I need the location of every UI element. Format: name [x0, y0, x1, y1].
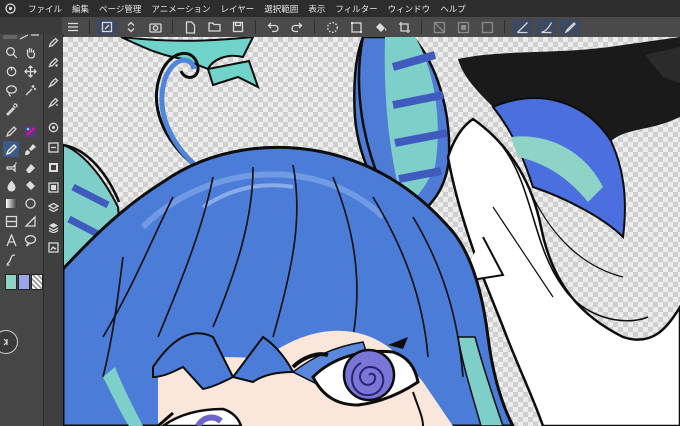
clear-selection-icon[interactable] [429, 19, 449, 35]
figure-icon[interactable] [22, 195, 38, 211]
menu-selection[interactable]: 選択範囲 [259, 3, 303, 15]
drawing-canvas[interactable] [63, 37, 680, 426]
lasso-icon[interactable] [3, 82, 19, 98]
brush-select-icon[interactable] [97, 19, 117, 35]
decoration-icon[interactable] [22, 123, 38, 139]
hand-icon[interactable] [22, 44, 38, 60]
brush-icon[interactable] [22, 141, 38, 157]
layer-property-icon[interactable] [47, 201, 60, 214]
separator [172, 20, 173, 34]
sub-tool-column [43, 34, 64, 426]
ruler-snap-icon[interactable] [512, 19, 532, 35]
new-file-icon[interactable] [180, 19, 200, 35]
open-icon[interactable] [204, 19, 224, 35]
intermediate-color-icon[interactable] [47, 181, 60, 194]
pen-snap-icon[interactable] [560, 19, 580, 35]
ruler-icon[interactable] [22, 213, 38, 229]
frame-icon[interactable] [3, 213, 19, 229]
menu-animation[interactable]: アニメーション [146, 3, 215, 15]
menu-edit[interactable]: 編集 [67, 3, 94, 15]
navigator-icon[interactable] [47, 241, 60, 254]
color-set-icon[interactable] [47, 161, 60, 174]
color-wheel-icon[interactable] [47, 121, 60, 134]
transform-icon[interactable] [346, 19, 366, 35]
eraser-icon[interactable] [22, 159, 38, 175]
invert-selection-icon[interactable] [453, 19, 473, 35]
separator [504, 20, 505, 34]
separator [255, 20, 256, 34]
airbrush-icon[interactable] [3, 159, 19, 175]
layers-icon[interactable] [47, 221, 60, 234]
undo-icon[interactable] [263, 19, 283, 35]
gradient-icon[interactable] [3, 195, 19, 211]
blend-icon[interactable] [3, 177, 19, 193]
menu-icon[interactable] [62, 18, 84, 36]
loading-icon[interactable] [322, 19, 342, 35]
menu-filter[interactable]: フィルター [330, 3, 382, 15]
pen-sub-icon[interactable] [47, 36, 60, 49]
menu-view[interactable]: 表示 [303, 3, 330, 15]
separator [89, 20, 90, 34]
magic-wand-icon[interactable] [22, 82, 38, 98]
eyedropper-icon[interactable] [3, 101, 19, 117]
marker-sub-icon[interactable] [47, 56, 60, 69]
menu-window[interactable]: ウィンドウ [383, 3, 436, 15]
pencil-tool-icon[interactable] [3, 141, 19, 157]
menu-page-management[interactable]: ページ管理 [94, 3, 146, 15]
artwork-illustration [63, 37, 680, 426]
menu-bar: ファイル 編集 ページ管理 アニメーション レイヤー 選択範囲 表示 フィルター… [0, 0, 680, 17]
chevron-updown-icon[interactable] [121, 19, 141, 35]
save-icon[interactable] [228, 19, 248, 35]
redo-icon[interactable] [287, 19, 307, 35]
layer-sub-icon[interactable] [47, 76, 60, 89]
balloon-icon[interactable] [22, 232, 38, 248]
edge-toggle-button[interactable] [0, 330, 18, 354]
rotate-icon[interactable] [3, 63, 19, 79]
separator [314, 20, 315, 34]
fill-icon[interactable] [370, 19, 390, 35]
menu-layer[interactable]: レイヤー [216, 3, 260, 15]
move-icon[interactable] [22, 63, 38, 79]
fill-tool-icon[interactable] [22, 177, 38, 193]
selection-square-icon[interactable] [477, 19, 497, 35]
camera-icon[interactable] [145, 19, 165, 35]
tool-panel [0, 34, 43, 426]
separator [421, 20, 422, 34]
color-slider-icon[interactable] [47, 141, 60, 154]
text-icon[interactable] [3, 232, 19, 248]
clip-studio-logo-icon[interactable] [4, 2, 17, 15]
command-bar [62, 17, 680, 38]
crop-icon[interactable] [394, 19, 414, 35]
tool-panel-header [0, 34, 46, 40]
pen-tool-icon[interactable] [3, 123, 19, 139]
sub-tool-icon-4[interactable] [47, 96, 60, 109]
brush-curve-icon[interactable] [536, 19, 556, 35]
menu-help[interactable]: ヘルプ [435, 3, 471, 15]
correct-line-icon[interactable] [3, 251, 19, 267]
menu-file[interactable]: ファイル [23, 3, 67, 15]
zoom-icon[interactable] [3, 44, 19, 60]
